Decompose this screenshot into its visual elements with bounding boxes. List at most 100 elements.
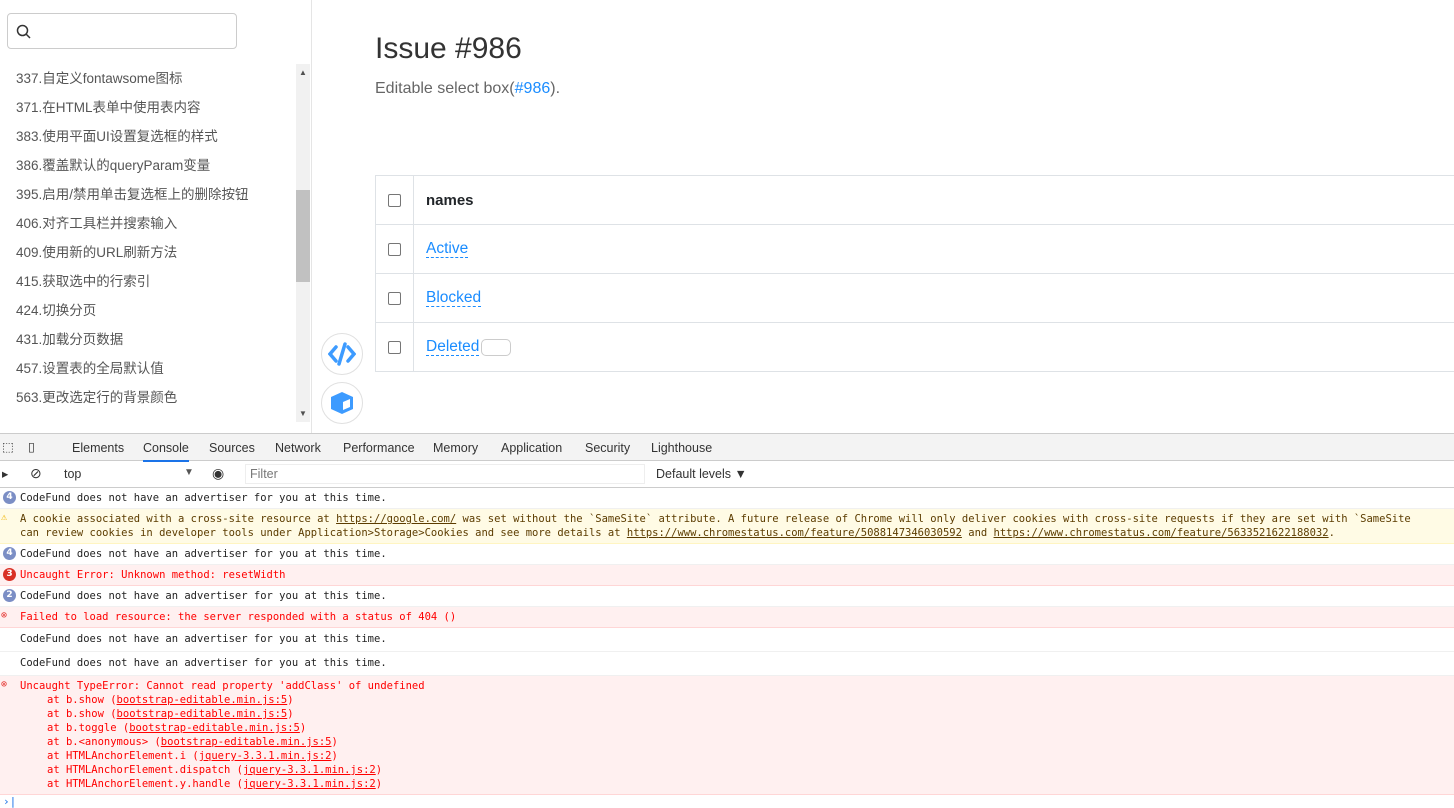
list-item[interactable]: 383.使用平面UI设置复选框的样式 [0, 122, 296, 151]
message-text: CodeFund does not have an advertiser for… [20, 633, 387, 645]
stack-frame: at b.show (bootstrap-editable.min.js:5) [20, 707, 1454, 721]
data-table: names Active Blocked Deleted [375, 175, 1454, 372]
console-toolbar: ▸ ⊘ top ▼ ◉ Filter Default levels ▼ [0, 461, 1454, 488]
inspect-element-icon[interactable]: ⬚ [2, 439, 14, 454]
page-title: Issue #986 [375, 32, 522, 66]
tab-memory[interactable]: Memory [433, 441, 478, 455]
console-messages: 4 CodeFund does not have an advertiser fo… [0, 488, 1454, 808]
repeat-count-badge: 4 [3, 491, 16, 504]
scroll-up-icon[interactable]: ▲ [299, 68, 307, 77]
list-item[interactable]: 337.自定义fontawsome图标 [0, 64, 296, 93]
message-text: CodeFund does not have an advertiser for… [20, 657, 387, 669]
eye-icon[interactable]: ◉ [212, 465, 224, 482]
context-select[interactable]: top [64, 467, 81, 481]
scrollbar-thumb[interactable] [296, 190, 310, 282]
source-link[interactable]: bootstrap-editable.min.js:5 [129, 722, 300, 734]
sidebar: 337.自定义fontawsome图标 371.在HTML表单中使用表内容 38… [0, 0, 312, 433]
issue-link[interactable]: #986 [515, 80, 551, 97]
list-item[interactable]: 424.切换分页 [0, 296, 296, 325]
warning-icon: ⚠ [1, 512, 7, 524]
frame-text: at b.<anonymous> ( [47, 736, 161, 748]
message-text: A cookie associated with a cross-site re… [20, 513, 336, 525]
frame-text: at b.show ( [47, 708, 117, 720]
stack-frame: at b.<anonymous> (bootstrap-editable.min… [20, 735, 1454, 749]
editable-link[interactable]: Active [426, 240, 468, 258]
source-link[interactable]: jquery-3.3.1.min.js:2 [243, 778, 376, 790]
page-subtitle: Editable select box(#986). [375, 80, 560, 98]
column-header-names[interactable]: names [414, 176, 1454, 225]
list-item[interactable]: 406.对齐工具栏并搜索输入 [0, 209, 296, 238]
frame-text: ) [287, 694, 293, 706]
filter-input[interactable]: Filter [245, 464, 645, 484]
tab-application[interactable]: Application [501, 441, 562, 455]
source-link[interactable]: jquery-3.3.1.min.js:2 [199, 750, 332, 762]
console-message: CodeFund does not have an advertiser for… [0, 628, 1454, 652]
frame-text: at HTMLAnchorElement.i ( [47, 750, 199, 762]
view-source-button[interactable] [321, 333, 363, 375]
list-item[interactable]: 395.启用/禁用单击复选框上的删除按钮 [0, 180, 296, 209]
devtools-tabbar: ⬚ ▯ Elements Console Sources Network Per… [0, 434, 1454, 461]
list-item[interactable]: 415.获取选中的行索引 [0, 267, 296, 296]
frame-text: ) [376, 764, 382, 776]
tab-security[interactable]: Security [585, 441, 630, 455]
tab-network[interactable]: Network [275, 441, 321, 455]
stack-frame: at HTMLAnchorElement.dispatch (jquery-3.… [20, 763, 1454, 777]
stack-frame: at HTMLAnchorElement.y.handle (jquery-3.… [20, 777, 1454, 791]
search-input[interactable] [7, 13, 237, 49]
stack-frame: at b.toggle (bootstrap-editable.min.js:5… [20, 721, 1454, 735]
tab-performance[interactable]: Performance [343, 441, 415, 455]
list-item[interactable]: 386.覆盖默认的queryParam变量 [0, 151, 296, 180]
console-message: 4CodeFund does not have an advertiser fo… [0, 488, 1454, 509]
repeat-count-badge: 3 [3, 568, 16, 581]
device-toolbar-icon[interactable]: ▯ [28, 439, 35, 454]
console-error: ⊗Failed to load resource: the server res… [0, 607, 1454, 628]
message-link[interactable]: https://google.com/ [336, 513, 456, 525]
stack-frame: at HTMLAnchorElement.i (jquery-3.3.1.min… [20, 749, 1454, 763]
table-row: Blocked [376, 274, 1454, 323]
source-link[interactable]: jquery-3.3.1.min.js:2 [243, 764, 376, 776]
message-text: . [1329, 527, 1335, 539]
source-link[interactable]: bootstrap-editable.min.js:5 [117, 708, 288, 720]
source-link[interactable]: bootstrap-editable.min.js:5 [117, 694, 288, 706]
source-link[interactable]: bootstrap-editable.min.js:5 [161, 736, 332, 748]
list-item[interactable]: 563.更改选定行的背景颜色 [0, 383, 296, 412]
error-icon: ⊗ [1, 610, 7, 622]
message-link[interactable]: https://www.chromestatus.com/feature/563… [994, 527, 1329, 539]
message-link[interactable]: https://www.chromestatus.com/feature/508… [627, 527, 962, 539]
table-row: Deleted [376, 323, 1454, 372]
list-item[interactable]: 371.在HTML表单中使用表内容 [0, 93, 296, 122]
main-content: Issue #986 Editable select box(#986). na… [313, 0, 1454, 433]
example-list: 337.自定义fontawsome图标 371.在HTML表单中使用表内容 38… [0, 64, 296, 422]
row-checkbox[interactable] [388, 292, 401, 305]
list-item[interactable]: 409.使用新的URL刷新方法 [0, 238, 296, 267]
tab-elements[interactable]: Elements [72, 441, 124, 455]
list-item[interactable]: 457.设置表的全局默认值 [0, 354, 296, 383]
stack-frame: at b.show (bootstrap-editable.min.js:5) [20, 693, 1454, 707]
tab-console[interactable]: Console [143, 441, 189, 462]
frame-text: ) [287, 708, 293, 720]
tab-sources[interactable]: Sources [209, 441, 255, 455]
tab-lighthouse[interactable]: Lighthouse [651, 441, 712, 455]
clear-console-icon[interactable]: ⊘ [30, 465, 42, 482]
editable-link[interactable]: Blocked [426, 289, 481, 307]
row-checkbox[interactable] [388, 243, 401, 256]
editable-link[interactable]: Deleted [426, 338, 479, 356]
frame-text: ) [331, 736, 337, 748]
row-checkbox[interactable] [388, 341, 401, 354]
frame-text: ) [300, 722, 306, 734]
sidebar-scrollbar[interactable]: ▲ ▼ [296, 64, 310, 422]
message-text: was set without the `SameSite` attribute… [456, 513, 1411, 525]
console-prompt[interactable]: ›| [0, 795, 1454, 808]
table-row: Active [376, 225, 1454, 274]
list-item[interactable]: 431.加载分页数据 [0, 325, 296, 354]
chevron-down-icon[interactable]: ▼ [184, 467, 194, 478]
repeat-count-badge: 4 [3, 547, 16, 560]
sidebar-toggle-icon[interactable]: ▸ [2, 466, 8, 481]
scroll-down-icon[interactable]: ▼ [299, 409, 307, 418]
select-all-checkbox[interactable] [388, 194, 401, 207]
editable-popover[interactable] [481, 339, 511, 356]
online-editor-button[interactable] [321, 382, 363, 424]
log-levels-select[interactable]: Default levels ▼ [656, 467, 747, 481]
frame-text: at b.show ( [47, 694, 117, 706]
subtitle-suffix: ). [550, 80, 560, 97]
